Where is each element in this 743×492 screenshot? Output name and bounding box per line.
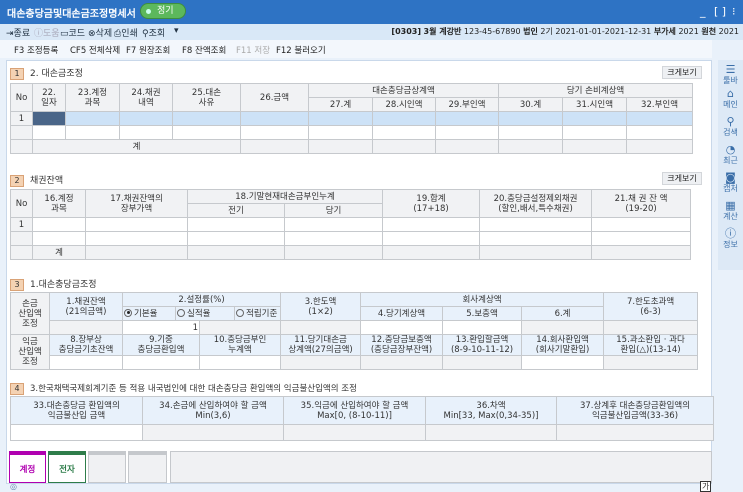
company-reversal-input[interactable] [521, 355, 605, 370]
radio-basic-rate[interactable]: 기본율 [122, 306, 176, 321]
sidebar-toolbar[interactable]: ☰ 툴바 [718, 64, 743, 86]
window-title: 대손충당금및대손금조정명세서 [7, 9, 136, 20]
cf5-delete-all-button[interactable]: CF5 전체삭제 [70, 44, 120, 56]
calculator-icon: ▦ [725, 199, 736, 212]
close-icon[interactable]: ⁝ [732, 5, 736, 18]
bad-debt-adjust-table: No 22. 일자 23.계정 과목 24.채권 내역 25.대손 사유 26.금액 대손충… [10, 83, 694, 154]
allowance-adjust-table: 손금 산입액 조정 1.채권잔액 (21의금액) 2.설정률(%) 3.한도액 (1×… [10, 292, 699, 370]
ime-indicator[interactable]: 가 [700, 481, 712, 492]
more-dropdown-icon[interactable]: ▾ [174, 26, 179, 36]
delete-button[interactable]: ⊗삭제 [88, 26, 112, 39]
search-button[interactable]: ⚲조회 [142, 26, 165, 39]
table-row[interactable] [10, 231, 692, 246]
period-badge[interactable]: 정기 [140, 3, 186, 19]
total-row: 계 [10, 139, 694, 154]
f8-balance-button[interactable]: F8 잔액조회 [182, 44, 226, 56]
radio-icon [236, 308, 244, 317]
tab-account[interactable]: 계정 [9, 451, 46, 483]
radio-actual-rate[interactable]: 실적율 [175, 306, 235, 321]
f7-ledger-button[interactable]: F7 원장조회 [126, 44, 170, 56]
title-bar: 대손충당금및대손금조정명세서 정기 _ [ ] ⁝ [0, 0, 743, 24]
ifrs-adjust-table: 33.대손충당금 환입액의 익금불산입 금액 34.손금에 산입하여야 할 금액 … [10, 396, 714, 441]
f12-load-button[interactable]: F12 불러오기 [276, 44, 326, 56]
tab-empty [128, 451, 167, 483]
code-icon: ▭ [60, 29, 69, 39]
section3-header: 3 1.대손충당금조정 [10, 277, 97, 291]
radio-icon [177, 308, 185, 317]
reversal-input[interactable] [122, 355, 200, 370]
table-row[interactable] [10, 125, 694, 140]
help-button[interactable]: ⓘ도움 [34, 26, 60, 39]
maximize-icon[interactable]: [ ] [714, 5, 726, 18]
tab-empty [88, 451, 126, 483]
tab-area [170, 451, 712, 483]
cell-33[interactable] [10, 424, 143, 441]
current-expense-input[interactable] [360, 320, 444, 335]
info-icon: ⓘ [725, 227, 736, 240]
home-icon: ⌂ [727, 87, 734, 100]
table-row[interactable]: 1 [10, 111, 694, 126]
search-icon: ⚲ [726, 115, 735, 128]
toolbar: ⇥종료 ⓘ도움 ▭코드 ⊗삭제 ⎙인쇄 ⚲조회 ▾ [0303] 3월 계강반 … [0, 24, 743, 40]
sidebar-recent[interactable]: ◔ 최근 [718, 144, 743, 166]
date-cell[interactable] [32, 111, 66, 126]
f3-adjust-register-button[interactable]: F3 조정등록 [14, 44, 58, 56]
sidebar-search[interactable]: ⚲ 검색 [718, 116, 743, 138]
f11-save-button[interactable]: F11 저장 [236, 44, 270, 56]
opening-balance-input[interactable] [49, 355, 123, 370]
radio-selected-icon [124, 308, 132, 317]
search-icon: ⚲ [142, 29, 149, 39]
receivable-balance-table: No 16.계정 과목 17.채권잔액의 장부가액 18.기말현재대손금부인누계 19.… [10, 189, 692, 260]
menu-icon: ☰ [725, 63, 736, 76]
section4-header: 4 3.한국채택국제회계기준 등 적용 내국법인에 대한 대손충당금 환입액의 익… [10, 382, 357, 395]
status-bar: ◎ 가 [0, 481, 743, 492]
right-sidebar: ☰ 툴바 ⌂ 메인 ⚲ 검색 ◔ 최근 ◙ 캡처 ▦ 계산 ⓘ 정보 [718, 60, 743, 270]
print-button[interactable]: ⎙인쇄 [114, 26, 138, 39]
help-icon: ⓘ [34, 29, 44, 39]
total-row: 계 [10, 245, 692, 260]
rate-input[interactable]: 1 [122, 320, 200, 335]
code-button[interactable]: ▭코드 [60, 26, 85, 39]
sidebar-main[interactable]: ⌂ 메인 [718, 88, 743, 110]
radio-reserve-basis[interactable]: 적립기준 [233, 306, 282, 321]
refresh-icon[interactable]: ◎ [10, 482, 17, 491]
table-row[interactable]: 1 [10, 217, 692, 232]
tab-electronic[interactable]: 전자 [48, 451, 86, 483]
exit-icon: ⇥ [6, 29, 14, 39]
sidebar-calculator[interactable]: ▦ 계산 [718, 200, 743, 222]
camera-icon: ◙ [725, 171, 736, 184]
minimize-icon[interactable]: _ [700, 5, 706, 18]
sidebar-info[interactable]: ⓘ 정보 [718, 228, 743, 250]
supplement-input[interactable] [442, 320, 523, 335]
disallowed-input[interactable] [198, 355, 282, 370]
section1-header: 1 2. 대손금조정 [10, 66, 83, 80]
company-info: [0303] 3월 계강반 123-45-67890 법인 2기 2021-01… [391, 27, 739, 36]
section2-header: 2 채권잔액 [10, 173, 63, 187]
sidebar-capture[interactable]: ◙ 캡처 [718, 172, 743, 194]
function-key-bar: F3 조정등록 CF5 전체삭제 F7 원장조회 F8 잔액조회 F11 저장 … [0, 40, 712, 58]
delete-icon: ⊗ [88, 29, 96, 39]
zoom-button-1[interactable]: 크게보기 [662, 66, 702, 79]
exit-button[interactable]: ⇥종료 [6, 26, 30, 39]
clock-icon: ◔ [725, 143, 736, 156]
zoom-button-2[interactable]: 크게보기 [662, 172, 702, 185]
